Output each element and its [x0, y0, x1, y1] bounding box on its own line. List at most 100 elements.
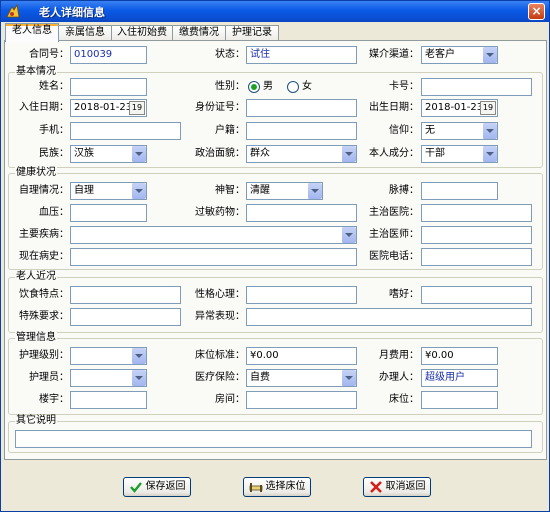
diet-label: 饮食特点： [19, 289, 69, 300]
bed-icon [249, 483, 262, 492]
hukou-field[interactable] [246, 122, 357, 140]
special-field[interactable] [70, 308, 181, 326]
calendar-icon[interactable]: 19 [480, 101, 496, 115]
personality-label: 性格心理： [195, 289, 245, 300]
class-value: 干部 [425, 148, 445, 159]
pulse-label: 脉搏： [389, 185, 419, 196]
chevron-down-icon[interactable] [341, 146, 356, 162]
chevron-down-icon[interactable] [131, 183, 146, 199]
hospital-label: 主治医院： [369, 207, 419, 218]
hospital-field[interactable] [421, 204, 532, 222]
insurance-select[interactable]: 自费 [246, 369, 357, 387]
cancel-button[interactable]: 取消返回 [363, 477, 431, 497]
personality-field[interactable] [246, 286, 357, 304]
mind-select[interactable]: 清醒 [246, 182, 323, 200]
bp-field[interactable] [70, 204, 147, 222]
cancel-button-label: 取消返回 [385, 481, 426, 492]
phone-label: 手机： [39, 125, 69, 136]
chevron-down-icon[interactable] [482, 123, 497, 139]
belief-select[interactable]: 无 [421, 122, 498, 140]
chevron-down-icon[interactable] [307, 183, 322, 199]
chevron-down-icon[interactable] [482, 47, 497, 63]
nurse-select[interactable] [70, 369, 147, 387]
notes-field[interactable] [15, 430, 532, 448]
bed-standard-field[interactable]: ¥0.00 [246, 347, 357, 365]
political-label: 政治面貌： [195, 148, 245, 159]
chevron-down-icon[interactable] [131, 146, 146, 162]
disease-label: 主要疾病： [19, 229, 69, 240]
channel-select[interactable]: 老客户 [421, 46, 498, 64]
political-select[interactable]: 群众 [246, 145, 357, 163]
card-field[interactable] [421, 78, 532, 96]
room-field[interactable] [246, 391, 357, 409]
tab-relatives[interactable]: 亲属信息 [58, 25, 112, 41]
gender-female-radio[interactable] [287, 81, 299, 93]
gender-female-label: 女 [302, 81, 312, 92]
tab-checkin-fee[interactable]: 入住初始费 [111, 25, 173, 41]
card-label: 卡号： [389, 81, 419, 92]
select-bed-label: 选择床位 [265, 481, 306, 492]
status-field[interactable]: 试住 [246, 46, 357, 64]
save-button-label: 保存返回 [145, 481, 186, 492]
close-button[interactable]: × [528, 3, 545, 20]
save-button[interactable]: 保存返回 [123, 477, 191, 497]
name-field[interactable] [70, 78, 147, 96]
form-panel: 合同号： 010039 状态： 试住 媒介渠道： 老客户 基本情况 姓名： 性别… [4, 40, 547, 460]
building-field[interactable] [70, 391, 147, 409]
selfcare-value: 自理 [74, 185, 94, 196]
allergy-field[interactable] [246, 204, 357, 222]
class-select[interactable]: 干部 [421, 145, 498, 163]
ethnic-select[interactable]: 汉族 [70, 145, 147, 163]
contract-field[interactable]: 010039 [70, 46, 147, 64]
chevron-down-icon[interactable] [482, 146, 497, 162]
name-label: 姓名： [39, 81, 69, 92]
history-field[interactable] [70, 248, 357, 266]
dialog-window: 老人详细信息 × 老人信息 亲属信息 入住初始费 缴费情况 护理记录 合同号： … [0, 0, 550, 512]
idcard-field[interactable] [246, 99, 357, 117]
bed-label: 床位： [389, 394, 419, 405]
doctor-field[interactable] [421, 226, 532, 244]
allergy-label: 过敏药物： [195, 207, 245, 218]
monthly-fee-field[interactable]: ¥0.00 [421, 347, 498, 365]
nurse-label: 护理员： [29, 372, 69, 383]
diet-field[interactable] [70, 286, 181, 304]
belief-value: 无 [425, 125, 435, 136]
hobby-field[interactable] [421, 286, 532, 304]
chevron-down-icon[interactable] [341, 370, 356, 386]
recent-title: 老人近况 [15, 271, 57, 283]
hospital-phone-label: 医院电话： [369, 251, 419, 262]
pulse-field[interactable] [421, 182, 498, 200]
selfcare-select[interactable]: 自理 [70, 182, 147, 200]
title-bar[interactable]: 老人详细信息 × [1, 1, 549, 22]
handler-field[interactable]: 超级用户 [421, 369, 498, 387]
tab-care-records[interactable]: 护理记录 [225, 25, 279, 41]
tab-elder-info[interactable]: 老人信息 [5, 23, 59, 42]
mind-value: 清醒 [250, 185, 270, 196]
calendar-icon[interactable]: 19 [129, 101, 145, 115]
chevron-down-icon[interactable] [131, 348, 146, 364]
checkin-date-label: 入住日期： [19, 102, 69, 113]
hospital-phone-field[interactable] [421, 248, 532, 266]
ethnic-label: 民族： [39, 148, 69, 159]
check-icon [129, 482, 142, 493]
abnormal-field[interactable] [246, 308, 532, 326]
gender-male-radio[interactable] [248, 81, 260, 93]
doctor-label: 主治医师： [369, 229, 419, 240]
channel-value: 老客户 [425, 49, 455, 60]
class-label: 本人成分： [369, 148, 419, 159]
birth-date-field[interactable]: 2018-01-23 19 [421, 99, 498, 117]
checkin-date-field[interactable]: 2018-01-23 19 [70, 99, 147, 117]
bed-field[interactable] [421, 391, 498, 409]
tab-payment[interactable]: 缴费情况 [172, 25, 226, 41]
manage-title: 管理信息 [15, 332, 57, 344]
contract-label: 合同号： [29, 49, 69, 60]
health-title: 健康状况 [15, 167, 57, 179]
select-bed-button[interactable]: 选择床位 [243, 477, 311, 497]
mind-label: 神智： [215, 185, 245, 196]
chevron-down-icon[interactable] [131, 370, 146, 386]
phone-field[interactable] [70, 122, 181, 140]
chevron-down-icon[interactable] [341, 227, 356, 243]
care-level-select[interactable] [70, 347, 147, 365]
channel-label: 媒介渠道： [369, 49, 419, 60]
disease-select[interactable] [70, 226, 357, 244]
